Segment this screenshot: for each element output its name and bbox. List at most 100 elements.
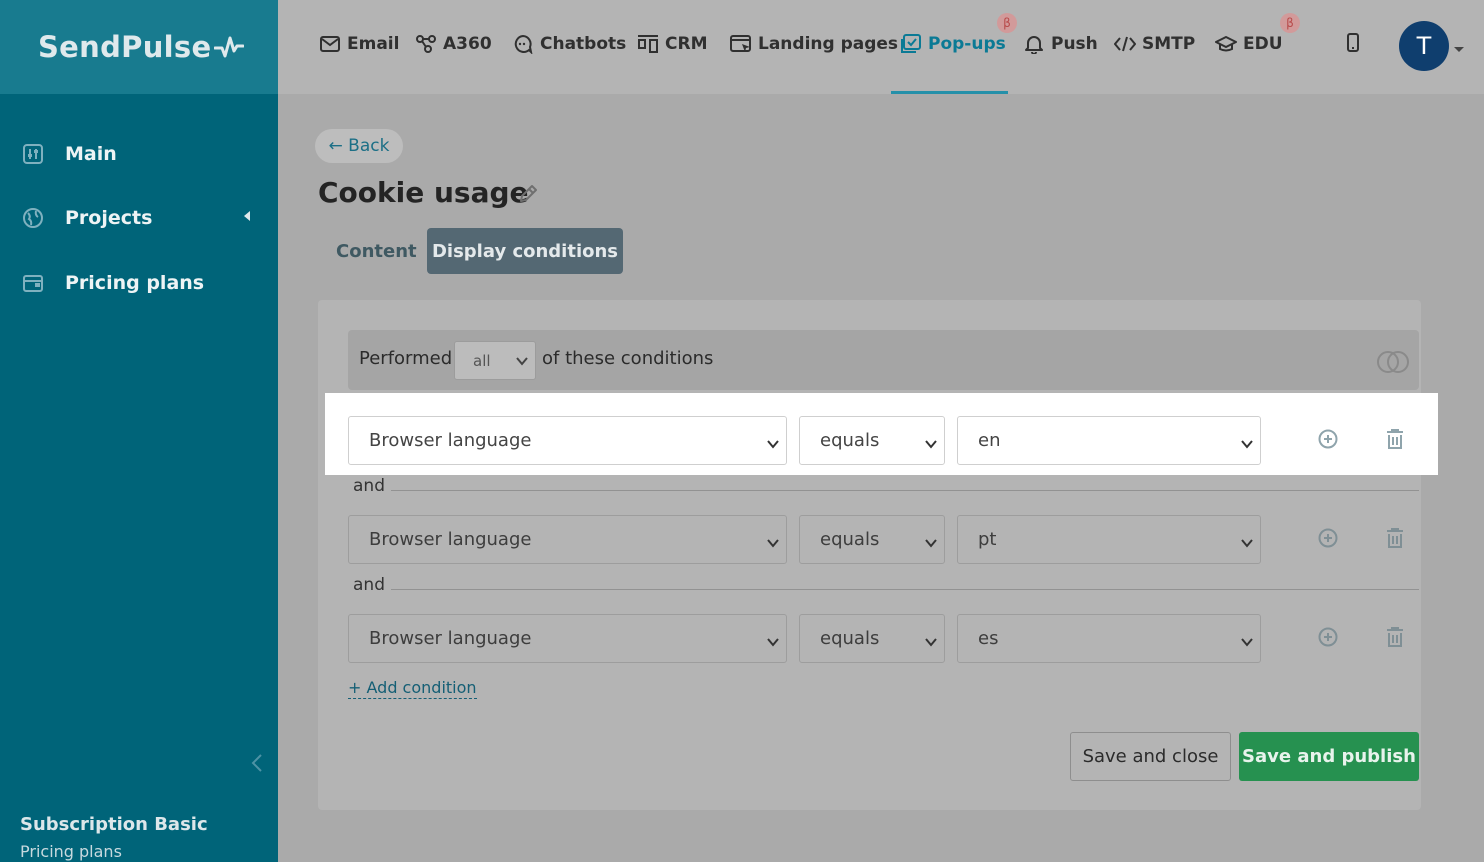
nodes-icon <box>415 33 437 55</box>
chevron-down-icon <box>924 633 938 654</box>
chevron-down-icon <box>924 435 938 456</box>
sendpulse-logo[interactable]: SendPulse <box>38 30 245 64</box>
tab-content[interactable]: Content <box>318 228 435 274</box>
trash-icon[interactable] <box>1385 626 1405 652</box>
nav-label: Pop-ups <box>928 34 1006 54</box>
intersect-circles-icon[interactable] <box>1376 350 1410 378</box>
save-and-publish-button[interactable]: Save and publish <box>1239 732 1419 781</box>
subscription-title: Subscription Basic <box>20 814 208 835</box>
top-navigation: Email A360 Chatbots CRM Landing pages Po… <box>278 0 1484 94</box>
bell-icon <box>1023 33 1045 55</box>
nav-label: Email <box>347 34 400 54</box>
kanban-icon <box>637 33 659 55</box>
select-value: equals <box>820 628 880 649</box>
divider <box>391 589 1419 590</box>
chevron-down-icon <box>515 354 529 372</box>
sidebar: SendPulse Main Projects Pricing plans Su… <box>0 0 278 862</box>
logo-text: SendPulse <box>38 30 212 64</box>
performed-label: Performed <box>359 348 453 369</box>
pulse-icon <box>214 36 245 58</box>
sidebar-item-label: Pricing plans <box>65 272 205 294</box>
and-joiner: and <box>353 575 385 595</box>
chevron-down-icon <box>924 534 938 555</box>
nav-landing-pages[interactable]: Landing pages <box>730 31 898 57</box>
add-condition-plus-icon[interactable] <box>1317 428 1339 454</box>
globe-icon <box>21 206 45 230</box>
select-value: Browser language <box>369 628 532 649</box>
sliders-icon <box>21 142 45 166</box>
nav-label: EDU <box>1243 34 1283 54</box>
and-joiner: and <box>353 476 385 496</box>
add-condition-plus-icon[interactable] <box>1317 527 1339 553</box>
divider <box>391 490 1419 491</box>
trash-icon[interactable] <box>1385 428 1405 454</box>
logo-area: SendPulse <box>0 0 278 94</box>
of-conditions-label: of these conditions <box>542 348 714 369</box>
page-title: Cookie usage <box>318 176 529 209</box>
condition-field-select[interactable]: Browser language <box>348 416 787 465</box>
chevron-down-icon[interactable] <box>1454 47 1464 52</box>
sidebar-item-pricing-plans[interactable]: Pricing plans <box>0 263 278 303</box>
nav-a360[interactable]: A360 <box>415 31 492 57</box>
envelope-icon <box>319 33 341 55</box>
save-and-close-button[interactable]: Save and close <box>1070 732 1231 781</box>
chevron-down-icon <box>766 435 780 456</box>
nav-edu[interactable]: EDU <box>1215 31 1283 57</box>
select-value: en <box>978 430 1001 451</box>
back-button[interactable]: ← Back <box>315 129 403 163</box>
sidebar-item-label: Main <box>65 143 117 165</box>
collapse-sidebar-icon[interactable] <box>250 752 264 778</box>
nav-label: Chatbots <box>540 34 627 54</box>
tab-display-conditions[interactable]: Display conditions <box>427 228 623 274</box>
condition-value-select[interactable]: es <box>957 614 1261 663</box>
condition-operator-select[interactable]: equals <box>799 416 945 465</box>
select-value: Browser language <box>369 430 532 451</box>
nav-label: A360 <box>443 34 492 54</box>
sidebar-item-label: Projects <box>65 207 153 229</box>
graduation-cap-icon <box>1215 33 1237 55</box>
wallet-icon <box>21 271 45 295</box>
match-type-select[interactable]: all <box>454 341 536 380</box>
pencil-icon[interactable] <box>517 183 539 209</box>
condition-operator-select[interactable]: equals <box>799 515 945 564</box>
chevron-down-icon <box>1240 534 1254 555</box>
nav-pop-ups[interactable]: Pop-ups <box>900 31 1006 57</box>
condition-value-select[interactable]: pt <box>957 515 1261 564</box>
condition-operator-select[interactable]: equals <box>799 614 945 663</box>
nav-chatbots[interactable]: Chatbots <box>512 31 626 57</box>
nav-push[interactable]: Push <box>1023 31 1098 57</box>
condition-value-select[interactable]: en <box>957 416 1261 465</box>
chevron-down-icon <box>766 633 780 654</box>
pricing-plans-link[interactable]: Pricing plans <box>20 842 122 861</box>
nav-label: Landing pages <box>758 34 899 54</box>
condition-field-select[interactable]: Browser language <box>348 515 787 564</box>
beta-badge-popups: β <box>997 13 1017 33</box>
select-value: Browser language <box>369 529 532 550</box>
nav-label: SMTP <box>1142 34 1196 54</box>
add-condition-plus-icon[interactable] <box>1317 626 1339 652</box>
add-condition-link[interactable]: + Add condition <box>348 678 477 699</box>
chevron-down-icon <box>1240 435 1254 456</box>
match-type-value: all <box>473 351 491 370</box>
popup-check-icon <box>900 33 922 55</box>
select-value: equals <box>820 529 880 550</box>
chevron-down-icon <box>1240 633 1254 654</box>
select-value: equals <box>820 430 880 451</box>
beta-badge-edu: β <box>1280 13 1300 33</box>
mobile-icon[interactable] <box>1346 33 1360 57</box>
trash-icon[interactable] <box>1385 527 1405 553</box>
user-avatar[interactable]: T <box>1399 21 1449 71</box>
nav-smtp[interactable]: SMTP <box>1114 31 1195 57</box>
nav-label: CRM <box>665 34 708 54</box>
sidebar-item-main[interactable]: Main <box>0 134 278 174</box>
sidebar-item-projects[interactable]: Projects <box>0 198 278 238</box>
select-value: pt <box>978 529 997 550</box>
caret-left-icon <box>244 211 250 221</box>
nav-email[interactable]: Email <box>319 31 399 57</box>
nav-label: Push <box>1051 34 1098 54</box>
nav-crm[interactable]: CRM <box>637 31 707 57</box>
cursor-window-icon <box>730 33 752 55</box>
chevron-down-icon <box>766 534 780 555</box>
active-tab-indicator <box>891 91 1008 94</box>
condition-field-select[interactable]: Browser language <box>348 614 787 663</box>
